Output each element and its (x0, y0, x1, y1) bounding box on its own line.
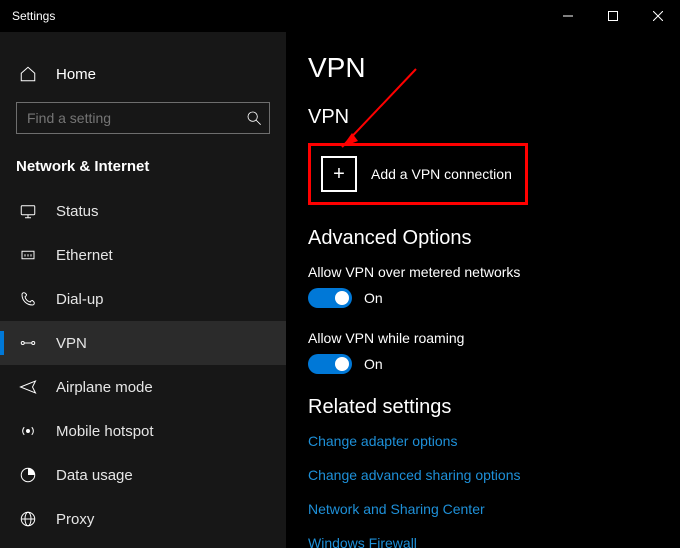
ethernet-icon (18, 245, 38, 265)
titlebar: Settings (0, 0, 680, 32)
sidebar-item-hotspot[interactable]: Mobile hotspot (0, 409, 286, 453)
vpn-icon (18, 333, 38, 353)
link-network-sharing-center[interactable]: Network and Sharing Center (308, 501, 660, 517)
sidebar-item-label: Mobile hotspot (56, 423, 154, 440)
sidebar-item-label: Status (56, 203, 99, 220)
sidebar-item-airplane[interactable]: Airplane mode (0, 365, 286, 409)
search-input[interactable] (16, 102, 270, 134)
link-adapter-options[interactable]: Change adapter options (308, 433, 660, 449)
search-box[interactable] (16, 102, 270, 134)
sidebar-item-label: Ethernet (56, 247, 113, 264)
opt-roaming-label: Allow VPN while roaming (308, 330, 660, 346)
status-icon (18, 201, 38, 221)
sidebar-item-status[interactable]: Status (0, 189, 286, 233)
dialup-icon (18, 289, 38, 309)
hotspot-icon (18, 421, 38, 441)
related-settings-title: Related settings (308, 396, 660, 419)
sidebar-category: Network & Internet (0, 148, 286, 189)
close-button[interactable] (635, 0, 680, 32)
sidebar: Home Network & Internet Status Ethernet (0, 32, 286, 548)
link-advanced-sharing[interactable]: Change advanced sharing options (308, 467, 660, 483)
advanced-options-title: Advanced Options (308, 227, 660, 250)
sidebar-home-label: Home (56, 66, 96, 83)
add-vpn-label: Add a VPN connection (371, 166, 512, 182)
opt-metered-label: Allow VPN over metered networks (308, 264, 660, 280)
sidebar-item-label: Data usage (56, 467, 133, 484)
sidebar-item-label: Proxy (56, 511, 94, 528)
toggle-metered[interactable] (308, 288, 352, 308)
sidebar-item-dialup[interactable]: Dial-up (0, 277, 286, 321)
sidebar-item-vpn[interactable]: VPN (0, 321, 286, 365)
search-icon (246, 110, 262, 126)
sidebar-item-datausage[interactable]: Data usage (0, 453, 286, 497)
active-indicator (0, 331, 4, 355)
toggle-roaming-state: On (364, 356, 383, 372)
window-title: Settings (12, 9, 55, 23)
sidebar-item-label: Dial-up (56, 291, 104, 308)
link-windows-firewall[interactable]: Windows Firewall (308, 535, 660, 548)
annotation-highlight: + Add a VPN connection (308, 143, 528, 205)
section-vpn-title: VPN (308, 106, 660, 129)
sidebar-item-label: VPN (56, 335, 87, 352)
maximize-button[interactable] (590, 0, 635, 32)
plus-icon: + (321, 156, 357, 192)
proxy-icon (18, 509, 38, 529)
airplane-icon (18, 377, 38, 397)
sidebar-item-ethernet[interactable]: Ethernet (0, 233, 286, 277)
page-title: VPN (308, 52, 660, 84)
sidebar-item-proxy[interactable]: Proxy (0, 497, 286, 541)
add-vpn-button[interactable]: + Add a VPN connection (321, 156, 515, 192)
toggle-metered-state: On (364, 290, 383, 306)
datausage-icon (18, 465, 38, 485)
minimize-button[interactable] (545, 0, 590, 32)
home-icon (18, 64, 38, 84)
main-content: VPN VPN + Add a VPN connection Advanced … (286, 32, 680, 548)
sidebar-home[interactable]: Home (0, 52, 286, 96)
sidebar-item-label: Airplane mode (56, 379, 153, 396)
toggle-roaming[interactable] (308, 354, 352, 374)
window-buttons (545, 0, 680, 32)
